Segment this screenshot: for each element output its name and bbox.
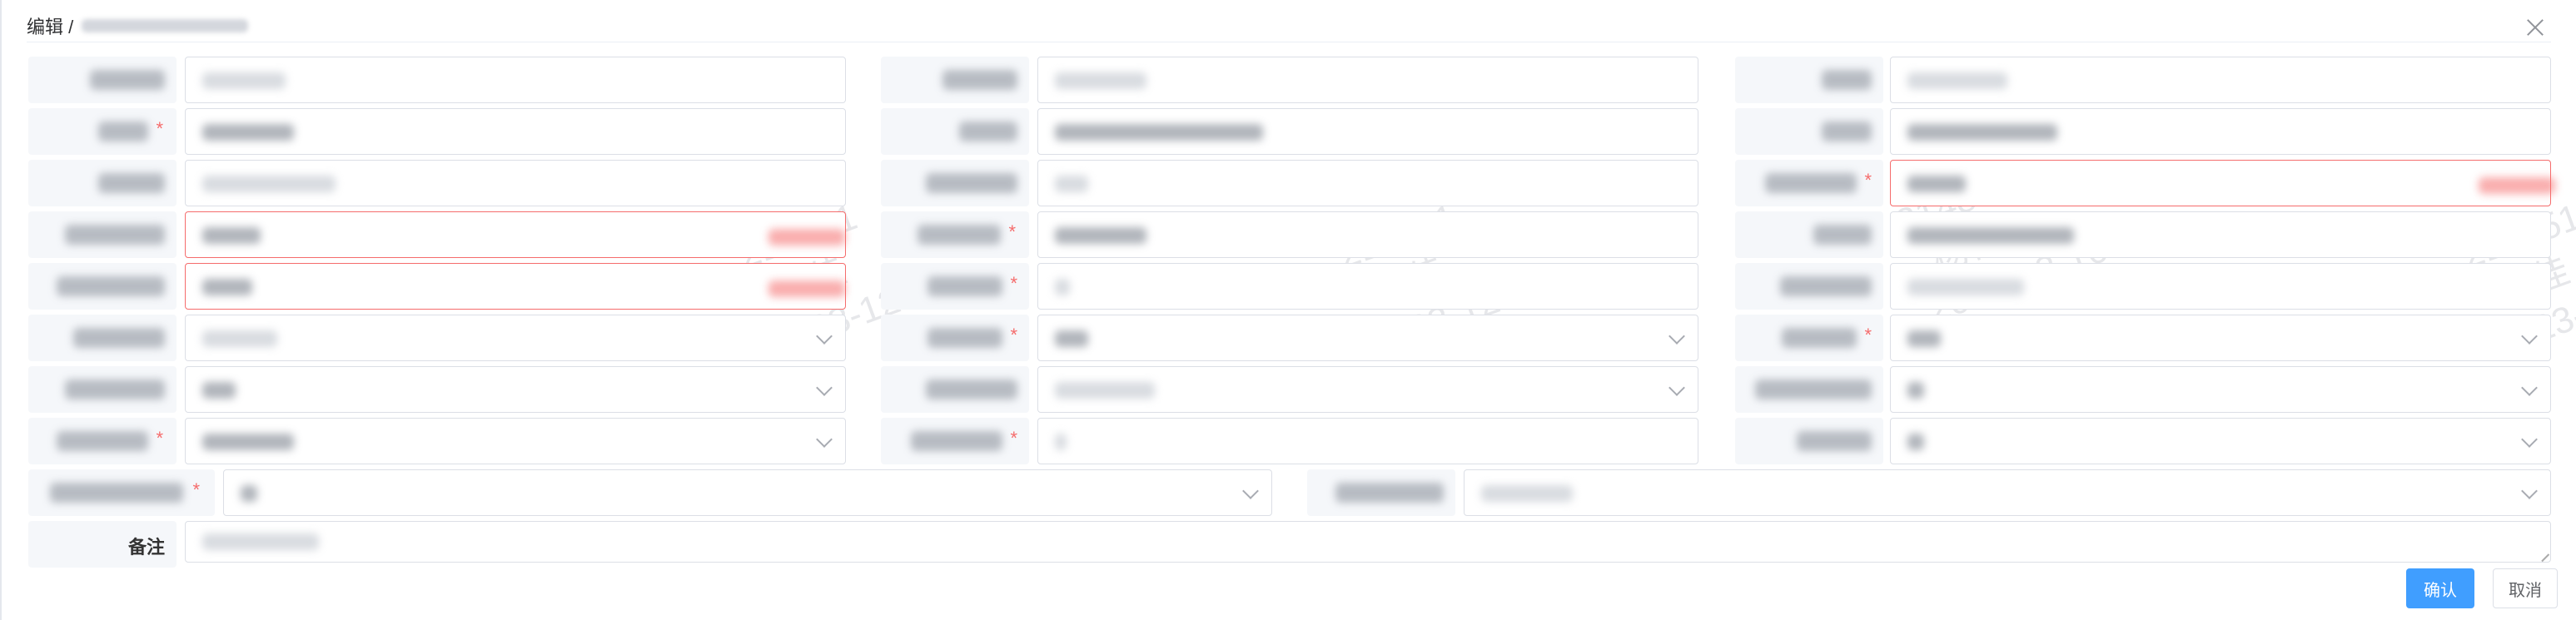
- form-row: * *: [2, 418, 2576, 464]
- select[interactable]: [223, 469, 1272, 516]
- chevron-down-icon: [1668, 328, 1685, 345]
- text-input[interactable]: [1890, 211, 2551, 258]
- text-input[interactable]: [185, 263, 846, 310]
- form-row: *: [2, 108, 2576, 155]
- form-row: [2, 57, 2576, 103]
- chevron-down-icon: [816, 431, 833, 448]
- form-row: *: [2, 160, 2576, 206]
- field-label: *: [28, 108, 177, 155]
- dialog-title-record-name: [82, 19, 249, 32]
- text-input[interactable]: [185, 57, 846, 103]
- field-label: [881, 57, 1029, 103]
- field-label: [28, 366, 177, 413]
- field-label: [881, 366, 1029, 413]
- field-label: [28, 57, 177, 103]
- text-input[interactable]: [185, 160, 846, 206]
- confirm-button[interactable]: 确认: [2406, 568, 2474, 608]
- text-input[interactable]: [1037, 57, 1698, 103]
- field-label: [28, 160, 177, 206]
- field-label: *: [881, 418, 1029, 464]
- select[interactable]: [1037, 315, 1698, 361]
- text-input[interactable]: [1037, 108, 1698, 155]
- field-label: *: [881, 315, 1029, 361]
- text-input[interactable]: [1037, 160, 1698, 206]
- field-label: [1735, 57, 1883, 103]
- field-label: *: [28, 418, 177, 464]
- form-row: *: [2, 469, 2576, 516]
- form-row: [2, 366, 2576, 413]
- select[interactable]: [1037, 366, 1698, 413]
- field-label: *: [1735, 315, 1883, 361]
- select[interactable]: [1890, 366, 2551, 413]
- field-label: [1735, 263, 1883, 310]
- select[interactable]: [185, 418, 846, 464]
- form-row: *: [2, 211, 2576, 258]
- field-label: [1735, 366, 1883, 413]
- text-input[interactable]: [1890, 263, 2551, 310]
- chevron-down-icon: [1242, 483, 1259, 499]
- form-row: *: [2, 263, 2576, 310]
- text-input[interactable]: [185, 211, 846, 258]
- field-label: *: [881, 211, 1029, 258]
- close-icon[interactable]: [2524, 17, 2546, 38]
- chevron-down-icon: [2521, 483, 2538, 499]
- chevron-down-icon: [2521, 328, 2538, 345]
- chevron-down-icon: [2521, 379, 2538, 396]
- cancel-button[interactable]: 取消: [2493, 568, 2558, 608]
- chevron-down-icon: [2521, 431, 2538, 448]
- field-label: [1735, 418, 1883, 464]
- chevron-down-icon: [816, 328, 833, 345]
- dialog-header: 编辑 /: [27, 12, 249, 40]
- field-label: *: [28, 469, 215, 516]
- text-input[interactable]: [1890, 108, 2551, 155]
- chevron-down-icon: [1668, 379, 1685, 396]
- remark-label-cell: 备注: [28, 521, 177, 568]
- field-label: [1307, 469, 1455, 516]
- field-label: [881, 108, 1029, 155]
- text-input[interactable]: [1037, 263, 1698, 310]
- dialog-title: 编辑 /: [27, 17, 74, 37]
- edit-dialog: 编辑 / 214851 杨佳 2023-12-16 214851 杨佳 2023…: [0, 0, 2576, 620]
- select[interactable]: [1890, 418, 2551, 464]
- remark-textarea[interactable]: [185, 521, 2551, 563]
- field-label: *: [1735, 160, 1883, 206]
- text-input[interactable]: [1037, 418, 1698, 464]
- remark-label: 备注: [127, 537, 165, 558]
- text-input[interactable]: [185, 108, 846, 155]
- field-label: [28, 315, 177, 361]
- field-label: [1735, 211, 1883, 258]
- form-row: 备注: [2, 521, 2576, 568]
- select[interactable]: [1464, 469, 2551, 516]
- field-label: [881, 160, 1029, 206]
- select[interactable]: [185, 366, 846, 413]
- text-input[interactable]: [1890, 160, 2555, 206]
- resize-handle-icon[interactable]: [2534, 546, 2550, 563]
- field-label: [28, 263, 177, 310]
- select[interactable]: [185, 315, 846, 361]
- chevron-down-icon: [816, 379, 833, 396]
- field-label: *: [881, 263, 1029, 310]
- text-input[interactable]: [1037, 211, 1698, 258]
- form-row: * *: [2, 315, 2576, 361]
- select[interactable]: [1890, 315, 2551, 361]
- field-label: [28, 211, 177, 258]
- text-input[interactable]: [1890, 57, 2551, 103]
- field-label: [1735, 108, 1883, 155]
